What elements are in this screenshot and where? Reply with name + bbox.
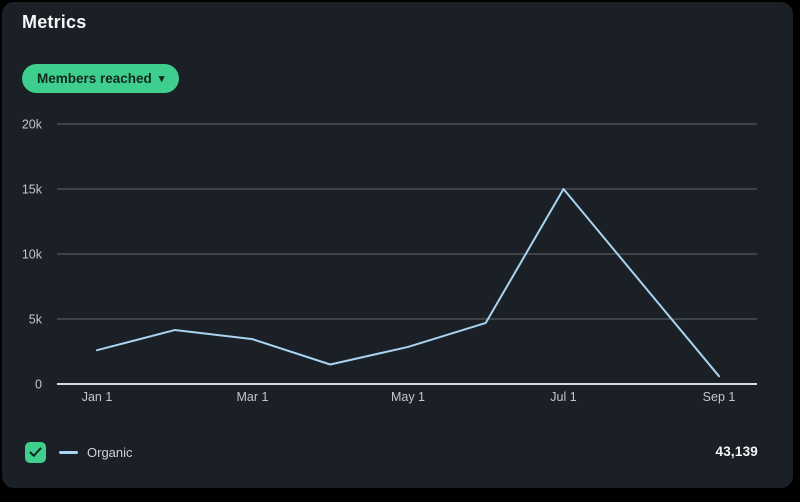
series-total-value: 43,139	[715, 444, 758, 459]
x-axis-label: Mar 1	[237, 390, 269, 404]
organic-series-checkbox[interactable]	[25, 442, 46, 463]
y-tick-label: 10k	[22, 248, 43, 262]
legend-row: Organic 43,139	[2, 442, 793, 468]
y-tick-label: 20k	[22, 118, 43, 132]
y-tick-label: 15k	[22, 183, 43, 197]
series-line-organic	[96, 188, 720, 378]
x-axis-label: Jan 1	[82, 390, 113, 404]
y-tick-label: 5k	[29, 313, 43, 327]
line-chart: 0 5k 10k 15k 20k Jan 1 Mar 1 May 1 Jul 1 Sep 1	[22, 118, 757, 404]
x-axis-label: Jul 1	[550, 390, 576, 404]
legend-series-label: Organic	[87, 445, 133, 460]
legend-item-organic[interactable]: Organic	[25, 442, 133, 463]
x-axis-label: Sep 1	[703, 390, 736, 404]
organic-line-swatch	[59, 451, 78, 454]
checkmark-icon	[29, 447, 42, 457]
x-axis-label: May 1	[391, 390, 425, 404]
metrics-card: Metrics Members reached ▾ 0 5k 10k 15k 20k Ja…	[2, 2, 793, 488]
y-tick-label: 0	[35, 378, 42, 392]
